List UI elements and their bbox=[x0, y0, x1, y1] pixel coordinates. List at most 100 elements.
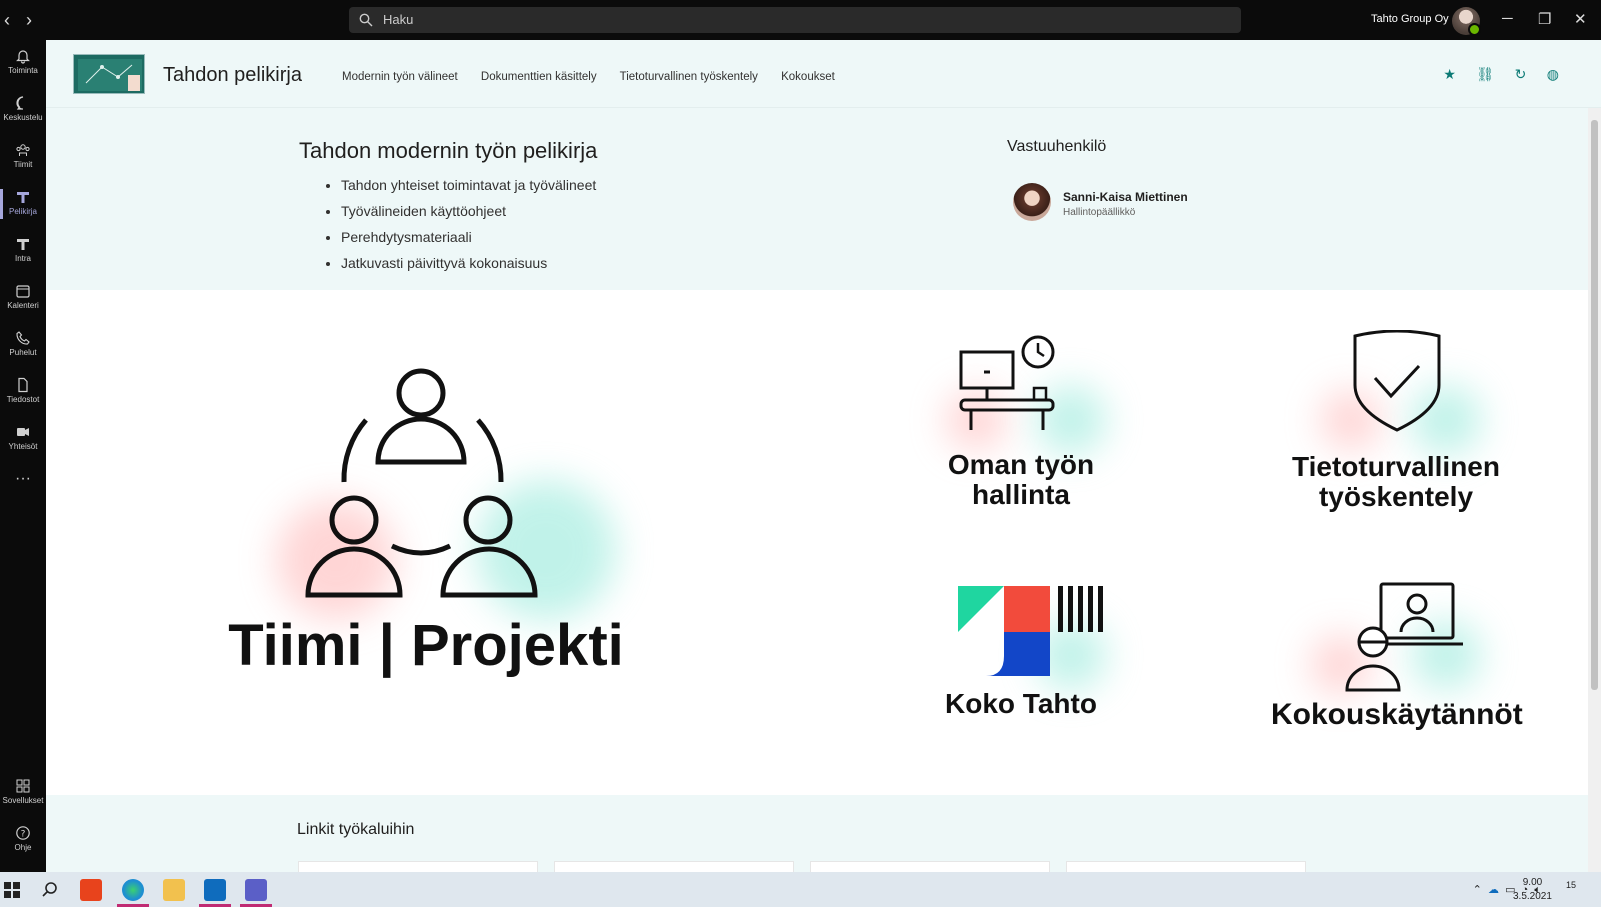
video-meeting-icon bbox=[1345, 582, 1463, 692]
rail-item-help[interactable]: ? Ohje bbox=[0, 817, 46, 863]
tile-meetings[interactable]: Kokouskäytännöt bbox=[1271, 580, 1523, 760]
person-role: Hallintopäällikkö bbox=[1063, 207, 1136, 218]
tile-label: Tietoturvallinen työskentely bbox=[1271, 452, 1521, 512]
tile-label: Koko Tahto bbox=[945, 688, 1097, 719]
teams-app-icon[interactable] bbox=[245, 879, 267, 901]
site-header: Tahdon pelikirja Modernin työn välineet … bbox=[46, 40, 1601, 108]
ellipsis-icon: ··· bbox=[15, 470, 31, 487]
more-apps-button[interactable]: ··· bbox=[0, 462, 46, 508]
scrollbar-thumb[interactable] bbox=[1591, 120, 1598, 690]
bullet-item: Jatkuvasti päivittyvä kokonaisuus bbox=[341, 250, 596, 276]
links-title: Linkit työkaluihin bbox=[297, 821, 415, 838]
file-explorer-icon[interactable] bbox=[163, 879, 185, 901]
taskbar-clock[interactable]: 9.00 3.5.2021 bbox=[1513, 876, 1552, 904]
link-icon[interactable]: ⛓ bbox=[1476, 66, 1494, 83]
tile-label-line: Tietoturvallinen bbox=[1292, 451, 1500, 482]
link-card[interactable] bbox=[554, 861, 794, 872]
refresh-icon[interactable]: ↻ bbox=[1515, 66, 1527, 83]
tray-chevron-icon[interactable]: ⌃ bbox=[1473, 884, 1482, 896]
file-icon bbox=[18, 377, 28, 393]
user-avatar[interactable] bbox=[1452, 7, 1481, 36]
windows-start-icon[interactable] bbox=[4, 882, 20, 898]
rail-item-calls[interactable]: Puhelut bbox=[0, 322, 46, 368]
rail-item-calendar[interactable]: Kalenteri bbox=[0, 275, 46, 321]
link-card[interactable] bbox=[1066, 861, 1306, 872]
clock-time: 9.00 bbox=[1522, 877, 1543, 888]
link-card[interactable] bbox=[810, 861, 1050, 872]
person-avatar[interactable] bbox=[1013, 183, 1051, 221]
app-t-icon bbox=[17, 192, 29, 203]
outlook-app-icon[interactable] bbox=[204, 879, 226, 901]
site-nav: Modernin työn välineet Dokumenttien käsi… bbox=[342, 71, 855, 83]
edge-browser-icon[interactable] bbox=[122, 879, 144, 901]
responsible-title: Vastuuhenkilö bbox=[1007, 138, 1107, 155]
restore-icon[interactable]: ❐ bbox=[1538, 10, 1551, 28]
globe-icon[interactable]: ◍ bbox=[1547, 66, 1559, 83]
onedrive-icon[interactable]: ☁ bbox=[1488, 884, 1499, 896]
link-card[interactable] bbox=[298, 861, 538, 872]
rail-label: Sovellukset bbox=[2, 796, 44, 805]
notification-count: 15 bbox=[1566, 880, 1577, 890]
links-section: Linkit työkaluihin bbox=[46, 795, 1588, 872]
tile-koko-tahto[interactable]: Koko Tahto bbox=[906, 580, 1136, 750]
nav-link-security[interactable]: Tietoturvallinen työskentely bbox=[620, 71, 758, 83]
notification-center-icon[interactable]: 15 bbox=[1566, 880, 1586, 900]
clock-date: 3.5.2021 bbox=[1513, 891, 1552, 902]
forward-arrow-icon[interactable]: › bbox=[26, 10, 32, 31]
person-name[interactable]: Sanni-Kaisa Miettinen bbox=[1063, 190, 1188, 204]
page-title: Tahdon modernin työn pelikirja bbox=[299, 138, 598, 163]
rail-item-files[interactable]: Tiedostot bbox=[0, 369, 46, 415]
back-arrow-icon[interactable]: ‹ bbox=[4, 10, 10, 31]
tile-label: Tiimi | Projekti bbox=[228, 613, 624, 678]
bullet-item: Työvälineiden käyttöohjeet bbox=[341, 198, 596, 224]
shield-check-icon bbox=[1353, 330, 1441, 432]
minimize-icon[interactable]: ─ bbox=[1502, 10, 1513, 27]
rail-label: Puhelut bbox=[9, 348, 37, 357]
chat-icon bbox=[16, 96, 24, 110]
rail-item-chat[interactable]: Keskustelu bbox=[0, 87, 46, 133]
team-people-icon bbox=[305, 368, 538, 598]
teams-icon bbox=[16, 144, 30, 156]
tile-label-line: Oman työn bbox=[947, 449, 1095, 480]
rail-label: Toiminta bbox=[8, 66, 38, 75]
tile-label-line: työskentely bbox=[1318, 481, 1474, 512]
header-actions: ★ ⛓ ↻ ◍ bbox=[1427, 66, 1559, 84]
vertical-scrollbar[interactable] bbox=[1588, 108, 1601, 872]
bullet-item: Perehdytysmateriaali bbox=[341, 224, 596, 250]
title-bar: ‹ › Haku Tahto Group Oy ─ ❐ ✕ bbox=[0, 0, 1601, 40]
rail-item-teams[interactable]: Tiimit bbox=[0, 134, 46, 180]
nav-link-modern-work[interactable]: Modernin työn välineet bbox=[342, 71, 458, 83]
rail-label: Keskustelu bbox=[3, 113, 43, 122]
rail-item-pelikirja[interactable]: Pelikirja bbox=[0, 181, 46, 227]
favorite-star-icon[interactable]: ★ bbox=[1443, 66, 1456, 83]
site-logo[interactable] bbox=[73, 54, 145, 94]
tile-security[interactable]: Tietoturvallinen työskentely bbox=[1271, 330, 1521, 530]
desk-clock-icon bbox=[959, 335, 1055, 430]
org-name: Tahto Group Oy bbox=[1371, 13, 1449, 25]
site-title[interactable]: Tahdon pelikirja bbox=[163, 64, 302, 87]
communities-icon bbox=[17, 428, 29, 436]
close-icon[interactable]: ✕ bbox=[1574, 10, 1587, 28]
search-input[interactable]: Haku bbox=[349, 7, 1241, 33]
nav-link-documents[interactable]: Dokumenttien käsittely bbox=[481, 71, 597, 83]
rail-item-apps[interactable]: Sovellukset bbox=[0, 770, 46, 816]
rail-label: Kalenteri bbox=[7, 301, 39, 310]
office-app-icon[interactable] bbox=[80, 879, 102, 901]
page-content: Tahdon modernin työn pelikirja Tahdon yh… bbox=[46, 108, 1588, 872]
calendar-icon bbox=[16, 285, 30, 298]
tile-own-work[interactable]: Oman työn hallinta bbox=[906, 330, 1136, 530]
rail-label: Yhteisöt bbox=[8, 442, 38, 451]
taskbar-search-icon[interactable] bbox=[41, 881, 59, 899]
tile-label: Oman työn hallinta bbox=[906, 450, 1136, 510]
nav-link-meetings[interactable]: Kokoukset bbox=[781, 71, 835, 83]
rail-item-communities[interactable]: Yhteisöt bbox=[0, 416, 46, 462]
tile-team-project[interactable]: Tiimi | Projekti bbox=[216, 350, 636, 710]
rail-item-intra[interactable]: Intra bbox=[0, 228, 46, 274]
search-placeholder: Haku bbox=[383, 12, 414, 27]
rail-item-activity[interactable]: Toiminta bbox=[0, 40, 46, 86]
svg-text:?: ? bbox=[21, 830, 26, 840]
hero-section: Tahdon modernin työn pelikirja Tahdon yh… bbox=[46, 108, 1588, 290]
app-t-icon bbox=[17, 239, 29, 250]
hero-bullets: Tahdon yhteiset toimintavat ja työväline… bbox=[341, 172, 596, 276]
rail-label: Tiedostot bbox=[6, 395, 40, 404]
